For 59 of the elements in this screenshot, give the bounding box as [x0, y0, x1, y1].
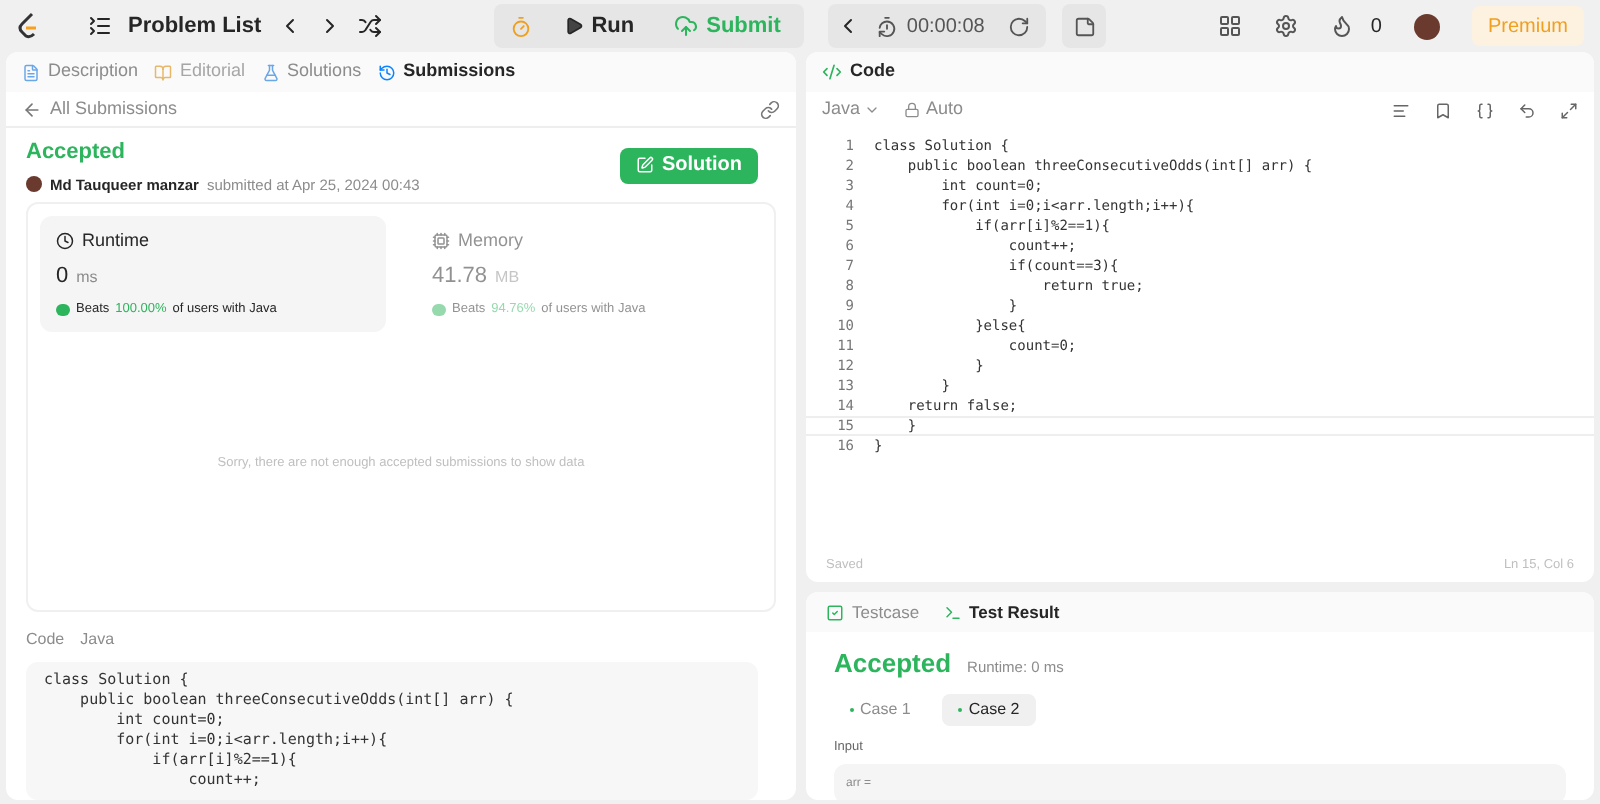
- solution-button[interactable]: Solution: [620, 147, 758, 184]
- timer-icon: [876, 15, 899, 37]
- note-icon[interactable]: [1073, 15, 1096, 37]
- format-icon[interactable]: [1392, 101, 1410, 119]
- editor-title: Code: [850, 58, 895, 85]
- case-tab[interactable]: Case 2: [942, 693, 1036, 725]
- braces-icon[interactable]: [1476, 101, 1494, 119]
- logo-icon[interactable]: [16, 12, 40, 40]
- code-label: Code: [26, 627, 65, 652]
- language-label: Java: [80, 627, 115, 652]
- result-tab[interactable]: Test Result: [943, 599, 1060, 625]
- stat-value: 41.78: [432, 262, 488, 293]
- chevron-down-icon: [864, 102, 881, 118]
- problem-list-link[interactable]: Problem List: [128, 9, 262, 43]
- grid-icon[interactable]: [1218, 14, 1243, 38]
- panel-tab[interactable]: Solutions: [261, 58, 362, 86]
- tab-icon: [22, 63, 40, 81]
- stat-title: Memory: [458, 227, 524, 254]
- shuffle-icon[interactable]: [357, 14, 382, 38]
- stat-unit: ms: [76, 266, 98, 291]
- checkbox-icon: [826, 603, 844, 621]
- list-icon[interactable]: [88, 14, 112, 38]
- back-arrow-icon[interactable]: [22, 99, 42, 119]
- reset-icon[interactable]: [1008, 15, 1031, 37]
- play-icon: [563, 16, 584, 36]
- auto-mode-button[interactable]: Auto: [904, 96, 964, 124]
- stat-title: Runtime: [82, 227, 150, 254]
- case-tab[interactable]: Case 1: [834, 693, 927, 725]
- result-status: Accepted: [834, 646, 952, 682]
- clock-icon: [56, 232, 74, 250]
- panel-tab[interactable]: Description: [22, 58, 139, 86]
- stat-value: 0: [56, 262, 69, 293]
- terminal-icon: [943, 603, 962, 621]
- expand-icon[interactable]: [1560, 101, 1578, 119]
- submit-button[interactable]: Submit: [658, 9, 797, 43]
- premium-button[interactable]: Premium: [1471, 6, 1584, 46]
- edit-icon: [636, 156, 654, 175]
- all-submissions-link[interactable]: All Submissions: [50, 95, 178, 123]
- flame-icon: [1330, 14, 1355, 38]
- streak-count: 0: [1370, 13, 1382, 41]
- tab-icon: [154, 63, 173, 81]
- chip-icon: [432, 232, 450, 250]
- run-button[interactable]: Run: [547, 9, 651, 43]
- upload-icon: [674, 14, 699, 38]
- bookmark-icon[interactable]: [1434, 101, 1452, 119]
- beats-icon: [56, 303, 70, 316]
- code-icon: [822, 62, 842, 82]
- tab-icon: [261, 63, 280, 81]
- submission-status: Accepted: [26, 138, 128, 168]
- tab-icon: [377, 63, 396, 81]
- settings-icon[interactable]: [1274, 14, 1299, 38]
- panel-tab[interactable]: Submissions: [377, 58, 516, 86]
- lock-icon: [904, 102, 921, 118]
- stat-unit: MB: [495, 266, 520, 291]
- result-tab[interactable]: Testcase: [826, 599, 920, 625]
- language-select[interactable]: Java: [822, 96, 881, 124]
- undo-icon[interactable]: [1518, 101, 1536, 119]
- link-icon[interactable]: [760, 99, 780, 119]
- beats-icon: [432, 303, 446, 316]
